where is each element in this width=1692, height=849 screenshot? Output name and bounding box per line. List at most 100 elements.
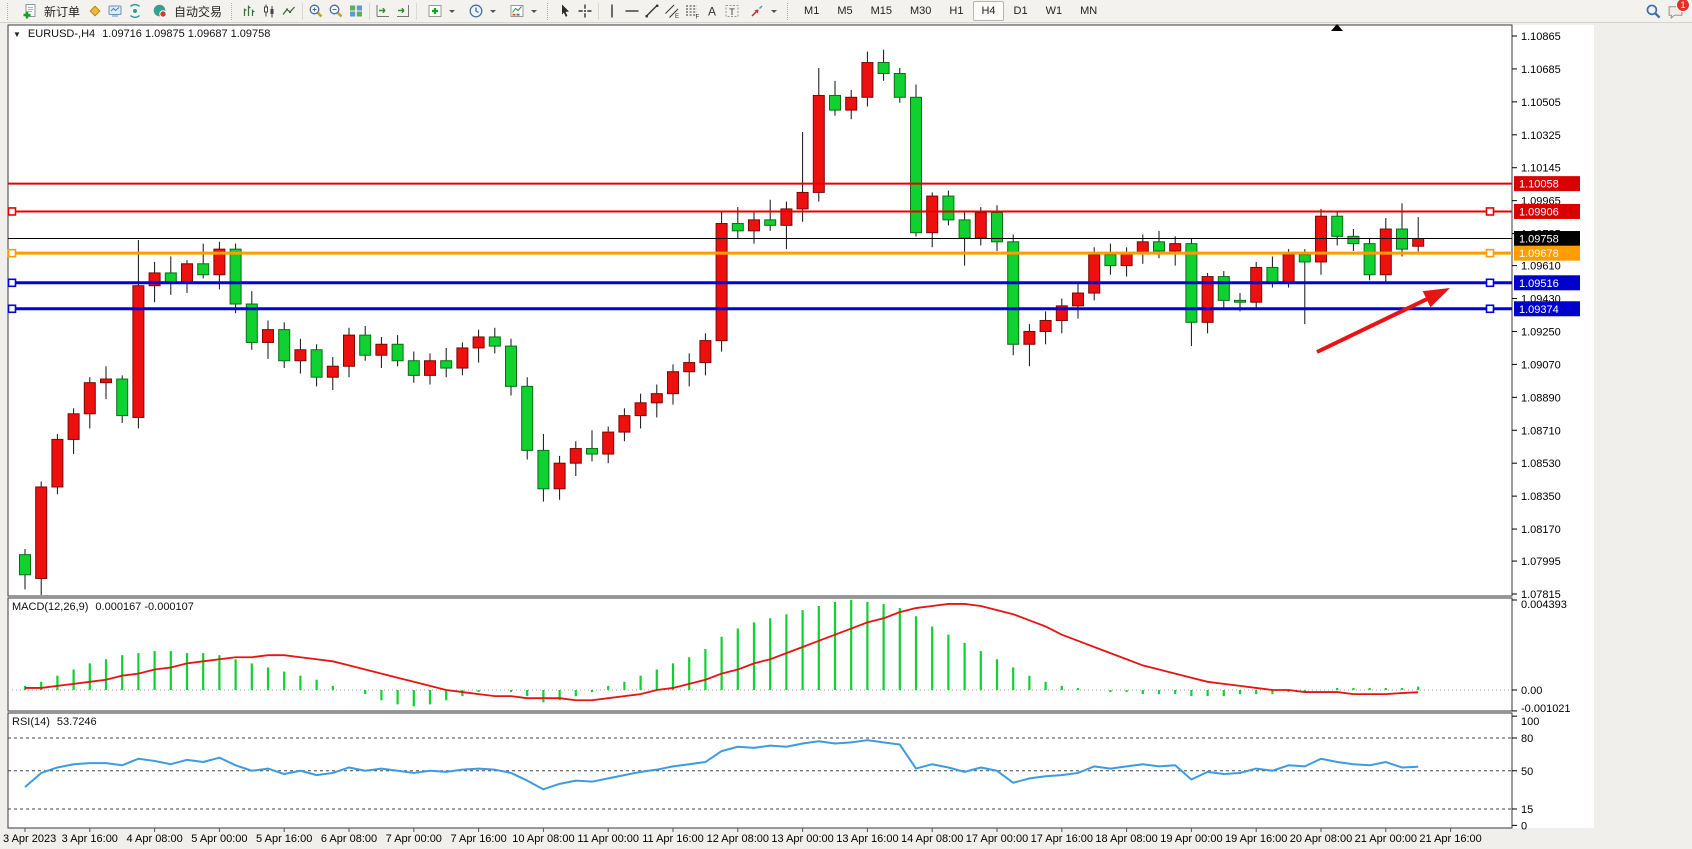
price-badge-1.09758: 1.09758	[1514, 231, 1580, 246]
search-icon[interactable]	[1643, 1, 1663, 21]
main-toolbar: 新订单 自动交易 E F A T M1M5M15M30H1H4D1W1MN 1	[0, 0, 1692, 23]
timeframe-m30[interactable]: M30	[902, 1, 939, 21]
candle	[1073, 293, 1084, 306]
vertical-line-icon[interactable]	[602, 1, 622, 21]
templates-button[interactable]	[502, 1, 543, 21]
timeframe-group: M1M5M15M30H1H4D1W1MN	[795, 1, 1106, 21]
candle	[408, 361, 419, 376]
candle	[165, 273, 176, 282]
svg-text:20 Apr 08:00: 20 Apr 08:00	[1290, 833, 1352, 845]
candle	[1218, 277, 1229, 301]
cursor-icon[interactable]	[555, 1, 575, 21]
text-icon[interactable]: A	[702, 1, 722, 21]
candle	[975, 213, 986, 239]
svg-text:3 Apr 16:00: 3 Apr 16:00	[62, 833, 118, 845]
auto-scroll-icon[interactable]	[373, 1, 393, 21]
price-badge-1.09678: 1.09678	[1514, 246, 1580, 261]
candlestick-chart-icon[interactable]	[259, 1, 279, 21]
svg-text:-0.001021: -0.001021	[1521, 703, 1571, 715]
candle	[1316, 216, 1327, 262]
crosshair-icon[interactable]	[575, 1, 595, 21]
svg-text:1.10865: 1.10865	[1521, 31, 1561, 43]
svg-text:1.09758: 1.09758	[1519, 234, 1559, 246]
svg-text:18 Apr 08:00: 18 Apr 08:00	[1095, 833, 1157, 845]
svg-text:11 Apr 00:00: 11 Apr 00:00	[577, 833, 639, 845]
line-handle[interactable]	[1487, 279, 1494, 286]
periods-button[interactable]	[461, 1, 502, 21]
svg-text:1.08170: 1.08170	[1521, 524, 1561, 536]
svg-text:0.004393: 0.004393	[1521, 599, 1567, 611]
candle	[101, 379, 112, 383]
candle	[1299, 255, 1310, 262]
candle	[311, 350, 322, 377]
svg-text:1.10145: 1.10145	[1521, 163, 1561, 175]
line-handle[interactable]	[9, 208, 16, 215]
candle	[797, 192, 808, 208]
candle	[1089, 255, 1100, 293]
signals-icon[interactable]	[125, 1, 145, 21]
candle	[295, 350, 306, 361]
timeframe-mn[interactable]: MN	[1072, 1, 1105, 21]
rsi-name: RSI(14)	[12, 716, 50, 728]
arrows-button[interactable]	[742, 1, 783, 21]
candle	[489, 337, 500, 346]
line-handle[interactable]	[9, 279, 16, 286]
line-handle[interactable]	[1487, 250, 1494, 257]
candle	[457, 348, 468, 368]
main-pane[interactable]	[8, 25, 1512, 596]
svg-text:F: F	[696, 15, 700, 20]
timeframe-m15[interactable]: M15	[863, 1, 900, 21]
bar-chart-icon[interactable]	[239, 1, 259, 21]
line-handle[interactable]	[9, 250, 16, 257]
candle	[198, 264, 209, 275]
line-chart-icon[interactable]	[279, 1, 299, 21]
candle	[959, 220, 970, 238]
timeframe-h4[interactable]: H4	[973, 1, 1003, 21]
trendline-icon[interactable]	[642, 1, 662, 21]
new-order-button[interactable]: 新订单	[15, 1, 85, 21]
timeframe-m5[interactable]: M5	[829, 1, 860, 21]
metaeditor-icon[interactable]	[85, 1, 105, 21]
chart-shift-icon[interactable]	[393, 1, 413, 21]
text-label-icon[interactable]: T	[722, 1, 742, 21]
svg-text:100: 100	[1521, 716, 1539, 728]
zoom-out-icon[interactable]	[326, 1, 346, 21]
candle	[117, 379, 128, 416]
svg-text:0: 0	[1521, 820, 1527, 832]
svg-text:7 Apr 16:00: 7 Apr 16:00	[450, 833, 506, 845]
horizontal-line-icon[interactable]	[622, 1, 642, 21]
timeframe-w1[interactable]: W1	[1038, 1, 1071, 21]
candle	[441, 361, 452, 368]
macd-pane[interactable]	[8, 598, 1512, 711]
autotrading-button[interactable]: 自动交易	[145, 1, 227, 21]
tile-windows-icon[interactable]	[346, 1, 366, 21]
chat-icon[interactable]: 1	[1665, 1, 1685, 21]
svg-text:13 Apr 00:00: 13 Apr 00:00	[771, 833, 833, 845]
svg-text:5 Apr 00:00: 5 Apr 00:00	[191, 833, 247, 845]
line-handle[interactable]	[9, 305, 16, 312]
candle	[392, 344, 403, 360]
market-watch-icon[interactable]	[105, 1, 125, 21]
indicators-button[interactable]	[420, 1, 461, 21]
chevron-down-icon	[771, 10, 777, 16]
svg-text:1.09374: 1.09374	[1519, 304, 1559, 316]
fibonacci-icon[interactable]: F	[682, 1, 702, 21]
price-badge-1.09516: 1.09516	[1514, 275, 1580, 290]
collapse-triangle-icon[interactable]: ▼	[13, 30, 21, 39]
timeframe-m1[interactable]: M1	[796, 1, 827, 21]
svg-text:21 Apr 00:00: 21 Apr 00:00	[1355, 833, 1417, 845]
line-handle[interactable]	[1487, 305, 1494, 312]
candle	[1137, 242, 1148, 253]
equidistant-channel-icon[interactable]: E	[662, 1, 682, 21]
timeframe-d1[interactable]: D1	[1006, 1, 1036, 21]
candle	[684, 363, 695, 372]
zoom-in-icon[interactable]	[306, 1, 326, 21]
toolbar-grip	[231, 3, 235, 20]
time-axis[interactable]: 3 Apr 20233 Apr 16:004 Apr 08:005 Apr 00…	[3, 828, 1482, 845]
candle	[603, 432, 614, 454]
price-chart-canvas[interactable]: 1.108651.106851.105051.103251.101451.099…	[0, 0, 1692, 849]
svg-text:50: 50	[1521, 766, 1533, 778]
line-handle[interactable]	[1487, 208, 1494, 215]
candle	[1397, 229, 1408, 249]
timeframe-h1[interactable]: H1	[941, 1, 971, 21]
